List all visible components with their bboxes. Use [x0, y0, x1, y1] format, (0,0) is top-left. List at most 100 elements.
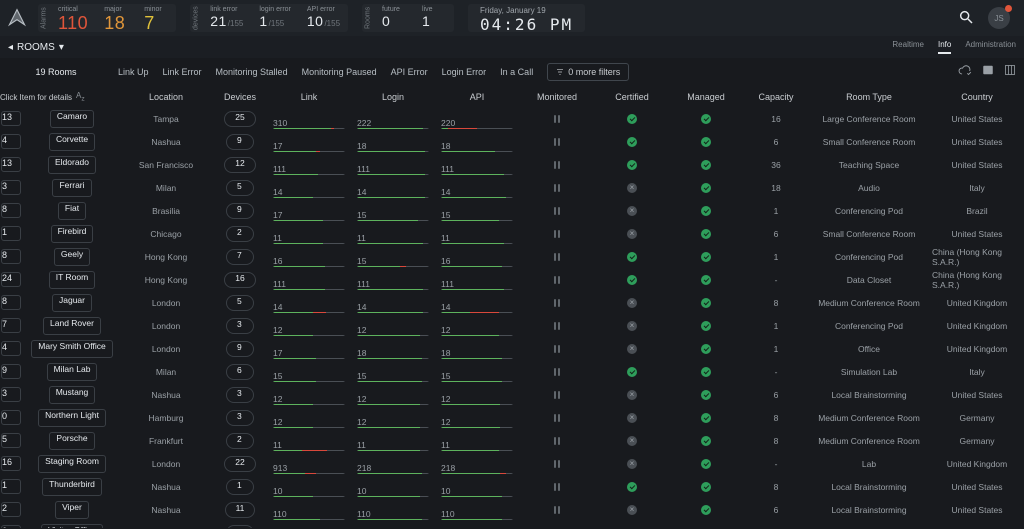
col-certified[interactable]: Certified	[598, 86, 666, 108]
row-alert-count[interactable]: 8	[1, 203, 21, 218]
col-monitored[interactable]: Monitored	[522, 86, 592, 108]
row-alert-count[interactable]: 9	[1, 364, 21, 379]
table-row[interactable]: 16Staging RoomLondon22913218218-LabUnite…	[0, 453, 1024, 474]
user-avatar[interactable]: JS	[988, 7, 1010, 29]
row-alert-count[interactable]: 8	[1, 295, 21, 310]
row-name[interactable]: Ferrari	[52, 179, 91, 197]
row-devices[interactable]: 7	[216, 246, 264, 267]
major-value[interactable]: 18	[104, 13, 128, 32]
cloud-sync-icon[interactable]	[958, 64, 972, 80]
row-name[interactable]: Milan Lab	[47, 363, 98, 381]
row-alert-count[interactable]: 13	[1, 111, 21, 126]
filter-monitoring-paused[interactable]: Monitoring Paused	[302, 67, 377, 77]
row-alert-count[interactable]: 2	[1, 502, 21, 517]
row-alert-count[interactable]: 4	[1, 134, 21, 149]
row-alert-count[interactable]: 24	[1, 272, 21, 287]
row-devices[interactable]: 5	[216, 292, 264, 313]
table-row[interactable]: 0Northern LightHamburg31212128Medium Con…	[0, 407, 1024, 428]
table-row[interactable]: 24IT RoomHong Kong16111111111-Data Close…	[0, 269, 1024, 290]
col-name[interactable]	[28, 86, 116, 108]
row-devices[interactable]: 12	[216, 154, 264, 175]
row-alert-count[interactable]: 0	[1, 410, 21, 425]
row-name[interactable]: Firebird	[51, 225, 94, 243]
table-row[interactable]: 7Land RoverLondon31212121Conferencing Po…	[0, 315, 1024, 336]
row-name[interactable]: Fiat	[58, 202, 86, 220]
row-devices[interactable]: 25	[216, 108, 264, 129]
table-row[interactable]: 13CamaroTampa2531022222016Large Conferen…	[0, 108, 1024, 129]
row-name[interactable]: Geely	[54, 248, 90, 266]
app-logo-icon[interactable]	[6, 7, 28, 29]
tab-info[interactable]: Info	[938, 40, 951, 54]
row-devices[interactable]: 3	[216, 315, 264, 336]
more-filters-button[interactable]: 0 more filters	[547, 63, 629, 81]
table-row[interactable]: 1ThunderbirdNashua11010108Local Brainsto…	[0, 476, 1024, 497]
row-alert-count[interactable]: 4	[1, 341, 21, 356]
table-row[interactable]: 1FirebirdChicago21111116Small Conference…	[0, 223, 1024, 244]
row-devices[interactable]: 3	[216, 407, 264, 428]
row-alert-count[interactable]: 1	[1, 226, 21, 241]
row-alert-count[interactable]: 16	[1, 456, 21, 471]
filter-monitoring-stalled[interactable]: Monitoring Stalled	[216, 67, 288, 77]
col-link[interactable]: Link	[270, 86, 348, 108]
row-name[interactable]: Thunderbird	[42, 478, 102, 496]
row-name[interactable]: Land Rover	[43, 317, 101, 335]
row-alert-count[interactable]: 3	[1, 180, 21, 195]
columns-icon[interactable]	[1004, 64, 1016, 80]
row-devices[interactable]: 2	[216, 223, 264, 244]
minor-value[interactable]: 7	[144, 13, 168, 32]
row-alert-count[interactable]: 13	[1, 157, 21, 172]
table-row[interactable]: 3FerrariMilan514141418AudioItaly	[0, 177, 1024, 198]
table-row[interactable]: 8JaguarLondon51414148Medium Conference R…	[0, 292, 1024, 313]
table-row[interactable]: 4Mary Smith OfficeLondon91718181OfficeUn…	[0, 338, 1024, 359]
filter-login-error[interactable]: Login Error	[442, 67, 487, 77]
row-name[interactable]: IT Room	[49, 271, 95, 289]
row-devices[interactable]: 1	[216, 476, 264, 497]
row-name[interactable]: Visitor Office	[41, 524, 103, 529]
row-devices[interactable]: 5	[216, 522, 264, 528]
table-row[interactable]: 2ViperNashua111101101106Local Brainstorm…	[0, 499, 1024, 520]
table-row[interactable]: 13EldoradoSan Francisco1211111111136Teac…	[0, 154, 1024, 175]
row-devices[interactable]: 9	[216, 131, 264, 152]
row-alert-count[interactable]: 7	[1, 318, 21, 333]
filter-link-error[interactable]: Link Error	[163, 67, 202, 77]
col-capacity[interactable]: Capacity	[746, 86, 806, 108]
row-devices[interactable]: 9	[216, 338, 264, 359]
row-devices[interactable]: 6	[216, 361, 264, 382]
search-icon[interactable]	[958, 9, 974, 28]
breadcrumb[interactable]: ◂ ROOMS ▾	[8, 42, 64, 53]
row-name[interactable]: Northern Light	[38, 409, 106, 427]
col-location[interactable]: Location	[122, 86, 210, 108]
row-name[interactable]: Mustang	[49, 386, 96, 404]
critical-value[interactable]: 110	[58, 13, 88, 32]
table-row[interactable]: 8GeelyHong Kong71615161Conferencing PodC…	[0, 246, 1024, 267]
tab-administration[interactable]: Administration	[965, 40, 1016, 54]
table-row[interactable]: 5PorscheFrankfurt21111118Medium Conferen…	[0, 430, 1024, 451]
api-error-value[interactable]: 10	[307, 13, 324, 29]
filter-api-error[interactable]: API Error	[391, 67, 428, 77]
table-row[interactable]: 6Visitor OfficeFrankfurt51414141OfficeGe…	[0, 522, 1024, 528]
layout-icon[interactable]	[982, 64, 994, 80]
live-value[interactable]: 1	[422, 13, 446, 29]
col-country[interactable]: Country	[932, 86, 1022, 108]
future-value[interactable]: 0	[382, 13, 406, 29]
row-devices[interactable]: 16	[216, 269, 264, 290]
row-devices[interactable]: 9	[216, 200, 264, 221]
table-row[interactable]: 8FiatBrasilia91715151Conferencing PodBra…	[0, 200, 1024, 221]
row-name[interactable]: Eldorado	[48, 156, 96, 174]
filter-link-up[interactable]: Link Up	[118, 67, 149, 77]
row-alert-count[interactable]: 5	[1, 433, 21, 448]
row-devices[interactable]: 22	[216, 453, 264, 474]
filter-in-a-call[interactable]: In a Call	[500, 67, 533, 77]
col-room-type[interactable]: Room Type	[812, 86, 926, 108]
row-alert-count[interactable]: 1	[1, 479, 21, 494]
row-devices[interactable]: 3	[216, 384, 264, 405]
row-devices[interactable]: 11	[216, 499, 264, 520]
col-devices[interactable]: Devices	[216, 86, 264, 108]
row-name[interactable]: Staging Room	[38, 455, 106, 473]
row-name[interactable]: Porsche	[49, 432, 94, 450]
row-alert-count[interactable]: 3	[1, 387, 21, 402]
row-name[interactable]: Viper	[55, 501, 89, 519]
row-devices[interactable]: 2	[216, 430, 264, 451]
login-error-value[interactable]: 1	[259, 13, 267, 29]
table-row[interactable]: 9Milan LabMilan6151515-Simulation LabIta…	[0, 361, 1024, 382]
